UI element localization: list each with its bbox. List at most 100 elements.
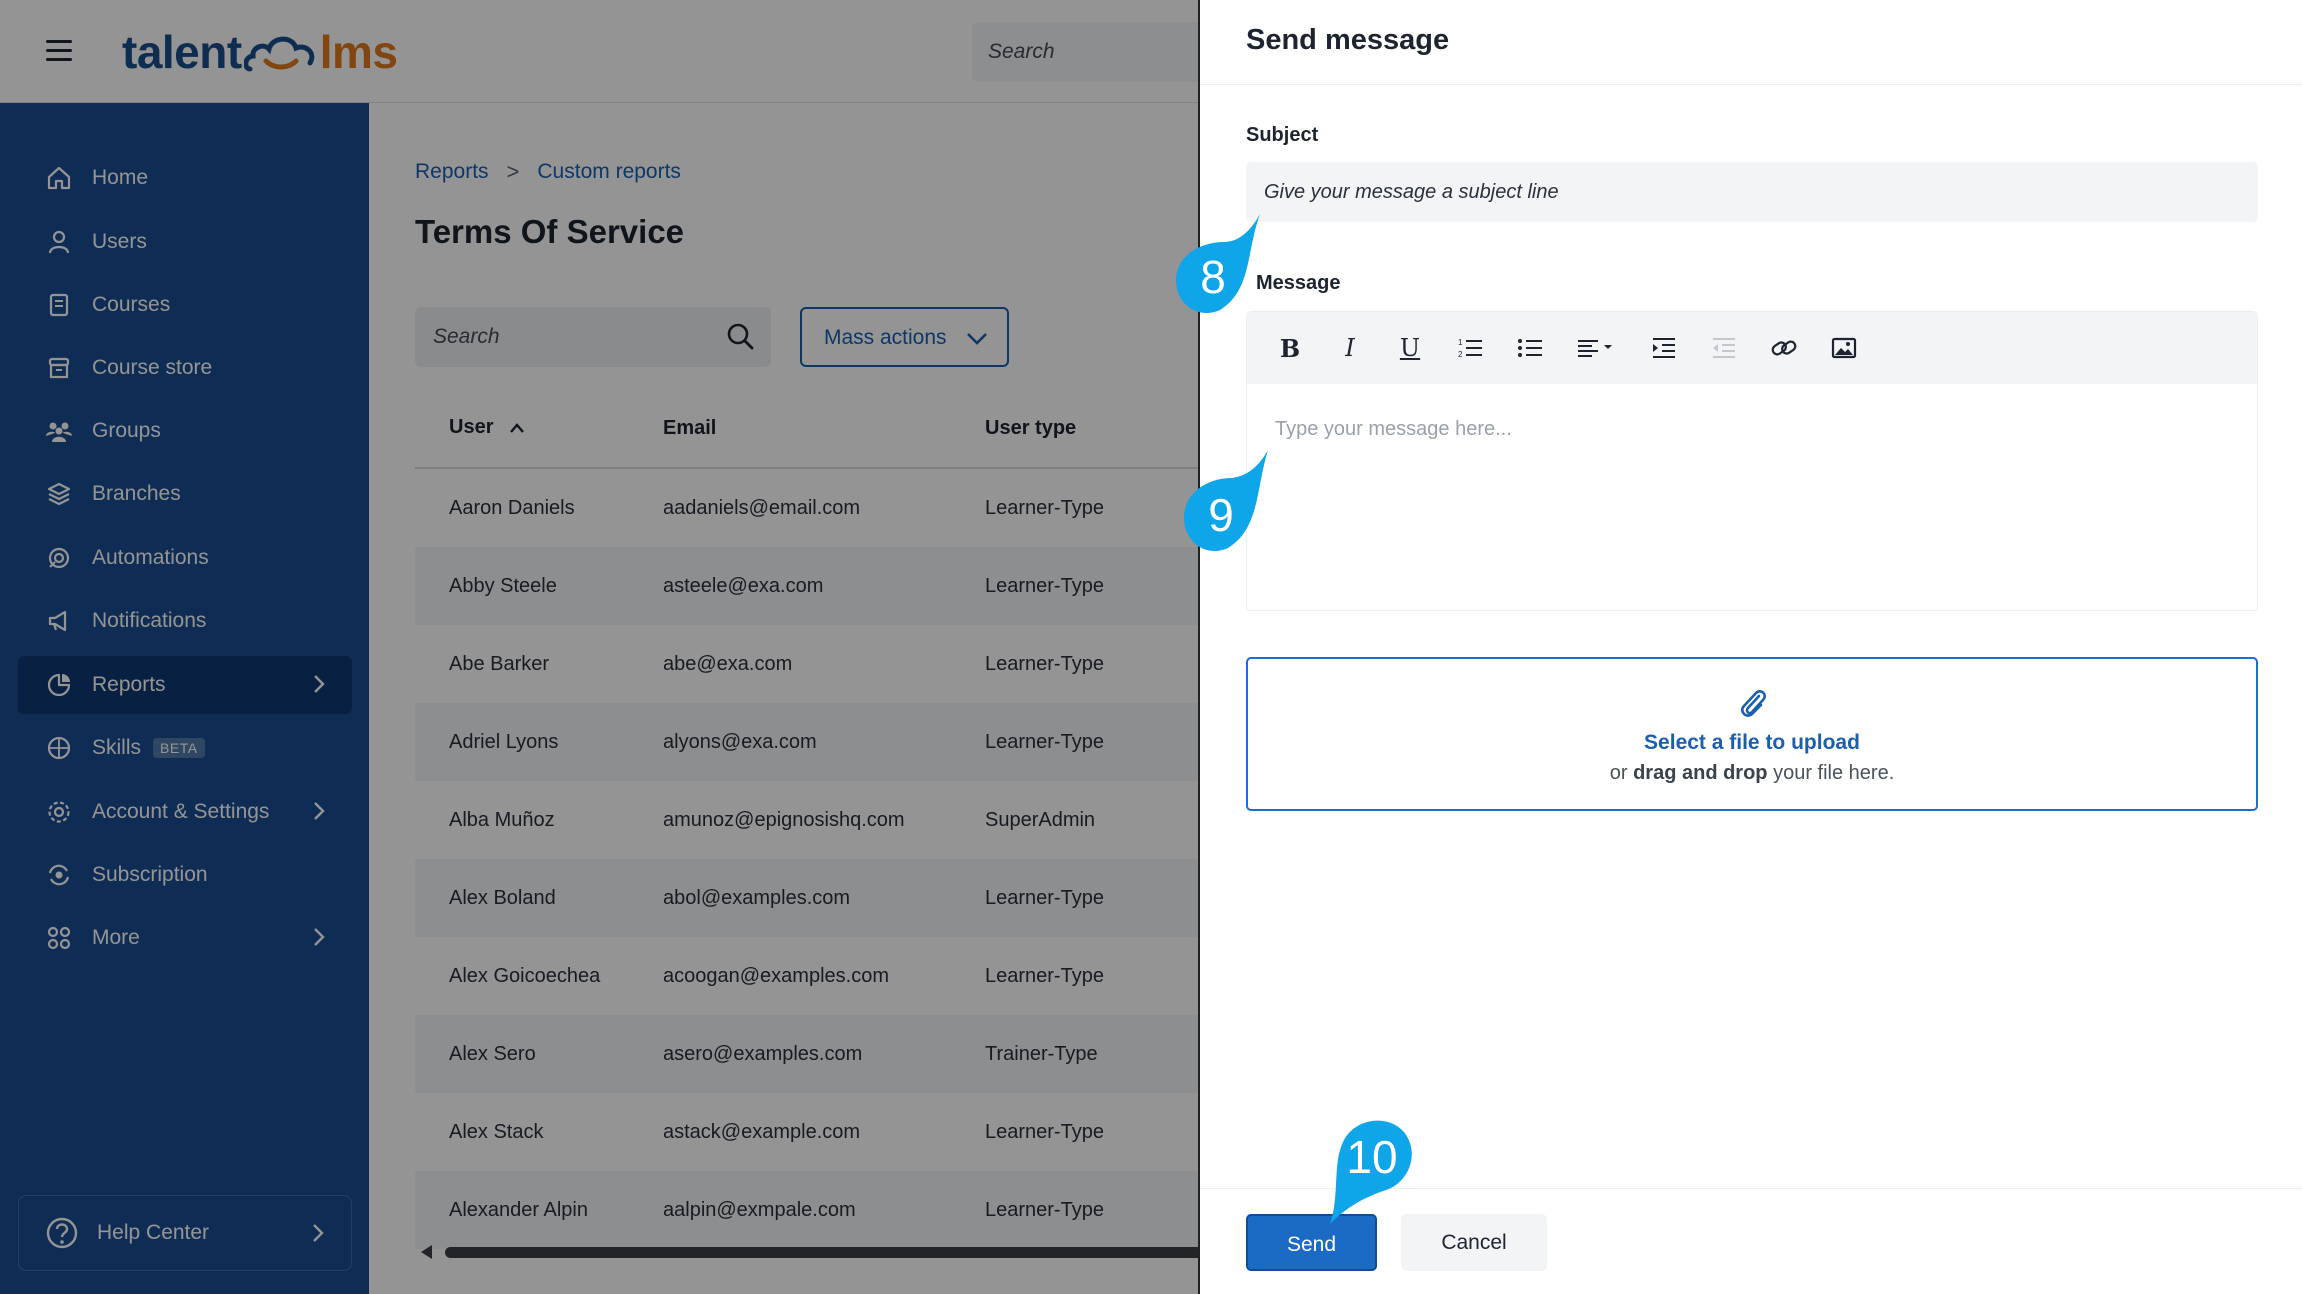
table-row[interactable]: Abby Steele asteele@exa.com Learner-Type bbox=[415, 547, 1315, 625]
cell-email: asteele@exa.com bbox=[663, 574, 824, 597]
cell-email: amunoz@epignosishq.com bbox=[663, 808, 905, 831]
search-icon[interactable] bbox=[725, 321, 755, 357]
column-header-email[interactable]: Email bbox=[663, 417, 985, 440]
link-icon[interactable] bbox=[1769, 333, 1799, 363]
sidebar-item-notifications[interactable]: Notifications bbox=[18, 592, 352, 650]
paperclip-icon bbox=[1738, 687, 1768, 726]
bold-icon[interactable]: B bbox=[1275, 333, 1305, 363]
sidebar-item-branches[interactable]: Branches bbox=[18, 465, 352, 523]
sidebar-item-automations[interactable]: Automations bbox=[18, 529, 352, 587]
breadcrumb-reports[interactable]: Reports bbox=[415, 160, 489, 184]
sidebar-item-label: Automations bbox=[92, 546, 209, 569]
table-body: Aaron Daniels aadaniels@email.com Learner-… bbox=[415, 469, 1315, 1249]
cell-email: abol@examples.com bbox=[663, 886, 851, 909]
home-icon bbox=[44, 163, 74, 193]
sidebar-item-reports[interactable]: Reports bbox=[18, 656, 352, 714]
table-row[interactable]: Adriel Lyons alyons@exa.com Learner-Type bbox=[415, 703, 1315, 781]
message-textarea[interactable]: Type your message here... bbox=[1247, 384, 2257, 475]
svg-text:1: 1 bbox=[1458, 338, 1463, 347]
sidebar-item-users[interactable]: Users bbox=[18, 213, 352, 271]
image-icon[interactable] bbox=[1829, 333, 1859, 363]
sidebar-item-label: More bbox=[92, 926, 140, 949]
help-center-label: Help Center bbox=[97, 1221, 210, 1244]
gear-icon bbox=[44, 797, 74, 827]
callout-9: 9 bbox=[1180, 448, 1276, 554]
editor-toolbar: B I U 12 bbox=[1247, 312, 2257, 384]
breadcrumb-custom-reports[interactable]: Custom reports bbox=[537, 160, 681, 184]
column-header-user[interactable]: User bbox=[415, 416, 663, 439]
hamburger-menu-icon[interactable] bbox=[46, 40, 72, 62]
table-row[interactable]: Abe Barker abe@exa.com Learner-Type bbox=[415, 625, 1315, 703]
upload-hint: or drag and drop your file here. bbox=[1609, 762, 1895, 784]
table-row[interactable]: Alba Muñoz amunoz@epignosishq.com SuperAdm… bbox=[415, 781, 1315, 859]
table-row[interactable]: Alex Boland abol@examples.com Learner-Type bbox=[415, 859, 1315, 937]
align-dropdown-icon[interactable] bbox=[1575, 333, 1619, 363]
sidebar-item-account-settings[interactable]: Account & Settings bbox=[18, 783, 352, 841]
indent-icon[interactable] bbox=[1649, 333, 1679, 363]
scroll-left-arrow-icon[interactable] bbox=[421, 1245, 432, 1259]
sidebar-item-subscription[interactable]: Subscription bbox=[18, 846, 352, 904]
sidebar-item-skills[interactable]: Skills BETA bbox=[18, 719, 352, 777]
cell-user: Aaron Daniels bbox=[449, 496, 575, 519]
sidebar-item-label: Account & Settings bbox=[92, 800, 270, 823]
table-row[interactable]: Alex Stack astack@example.com Learner-Type bbox=[415, 1093, 1315, 1171]
table-row[interactable]: Alexander Alpin aalpin@exmpale.com Learner… bbox=[415, 1171, 1315, 1249]
megaphone-icon bbox=[44, 606, 74, 636]
cell-email: acoogan@examples.com bbox=[663, 964, 889, 987]
table-row[interactable]: Alex Sero asero@examples.com Trainer-Type bbox=[415, 1015, 1315, 1093]
pie-chart-icon bbox=[44, 670, 74, 700]
mass-actions-dropdown[interactable]: Mass actions bbox=[800, 307, 1009, 367]
cell-user: Alex Boland bbox=[449, 886, 556, 909]
help-icon bbox=[45, 1216, 79, 1250]
sidebar-item-course-store[interactable]: Course store bbox=[18, 339, 352, 397]
cell-email: alyons@exa.com bbox=[663, 730, 817, 753]
page-title: Terms Of Service bbox=[415, 213, 685, 250]
ordered-list-icon[interactable]: 12 bbox=[1455, 333, 1485, 363]
sidebar-item-courses[interactable]: Courses bbox=[18, 276, 352, 334]
talentlms-logo[interactable]: talent lms bbox=[122, 20, 398, 84]
sort-ascending-icon[interactable] bbox=[509, 417, 525, 440]
outdent-icon[interactable] bbox=[1709, 333, 1739, 363]
divider bbox=[1200, 84, 2302, 85]
sidebar-item-label: Notifications bbox=[92, 609, 207, 632]
sidebar-item-label: Branches bbox=[92, 482, 181, 505]
horizontal-scrollbar[interactable] bbox=[415, 1245, 1315, 1259]
sidebar-item-label: Subscription bbox=[92, 863, 208, 886]
cell-email: aalpin@exmpale.com bbox=[663, 1198, 856, 1221]
scrollbar-thumb[interactable] bbox=[445, 1247, 1315, 1258]
sidebar-item-label: Groups bbox=[92, 419, 161, 442]
bullet-list-icon[interactable] bbox=[1515, 333, 1545, 363]
underline-icon[interactable]: U bbox=[1395, 333, 1425, 363]
chevron-right-icon bbox=[312, 800, 326, 828]
table-search-input[interactable]: Search bbox=[415, 307, 771, 367]
groups-icon bbox=[44, 416, 74, 446]
top-search-input[interactable]: Search bbox=[972, 22, 1212, 82]
grid-icon bbox=[44, 923, 74, 953]
chevron-down-icon bbox=[965, 329, 989, 353]
sidebar-item-label: Reports bbox=[92, 673, 166, 696]
table-row[interactable]: Alex Goicoechea acoogan@examples.com Learn… bbox=[415, 937, 1315, 1015]
sidebar-item-groups[interactable]: Groups bbox=[18, 402, 352, 460]
cancel-button[interactable]: Cancel bbox=[1401, 1214, 1547, 1271]
skills-icon bbox=[44, 733, 74, 763]
chevron-right-icon bbox=[312, 926, 326, 954]
panel-title: Send message bbox=[1246, 24, 1450, 56]
message-editor: B I U 12 Type your message here... bbox=[1246, 311, 2258, 611]
cloud-icon bbox=[243, 36, 314, 72]
cell-user: Alexander Alpin bbox=[449, 1198, 588, 1221]
automation-icon bbox=[44, 543, 74, 573]
file-upload-dropzone[interactable]: Select a file to upload or drag and drop… bbox=[1246, 657, 2258, 811]
sidebar-item-label: Skills bbox=[92, 736, 142, 759]
cell-email: asero@examples.com bbox=[663, 1042, 863, 1065]
help-center-button[interactable]: Help Center bbox=[18, 1195, 352, 1271]
italic-icon[interactable]: I bbox=[1335, 333, 1365, 363]
callout-8: 8 bbox=[1174, 212, 1270, 316]
sidebar-item-more[interactable]: More bbox=[18, 909, 352, 967]
sidebar-item-home[interactable]: Home bbox=[18, 149, 352, 207]
user-icon bbox=[44, 227, 74, 257]
cell-user: Alex Stack bbox=[449, 1120, 544, 1143]
subject-input[interactable]: Give your message a subject line bbox=[1246, 162, 2258, 222]
cell-email: astack@example.com bbox=[663, 1120, 861, 1143]
upload-link[interactable]: Select a file to upload bbox=[1248, 731, 2256, 755]
cell-user: Alex Goicoechea bbox=[449, 964, 601, 987]
